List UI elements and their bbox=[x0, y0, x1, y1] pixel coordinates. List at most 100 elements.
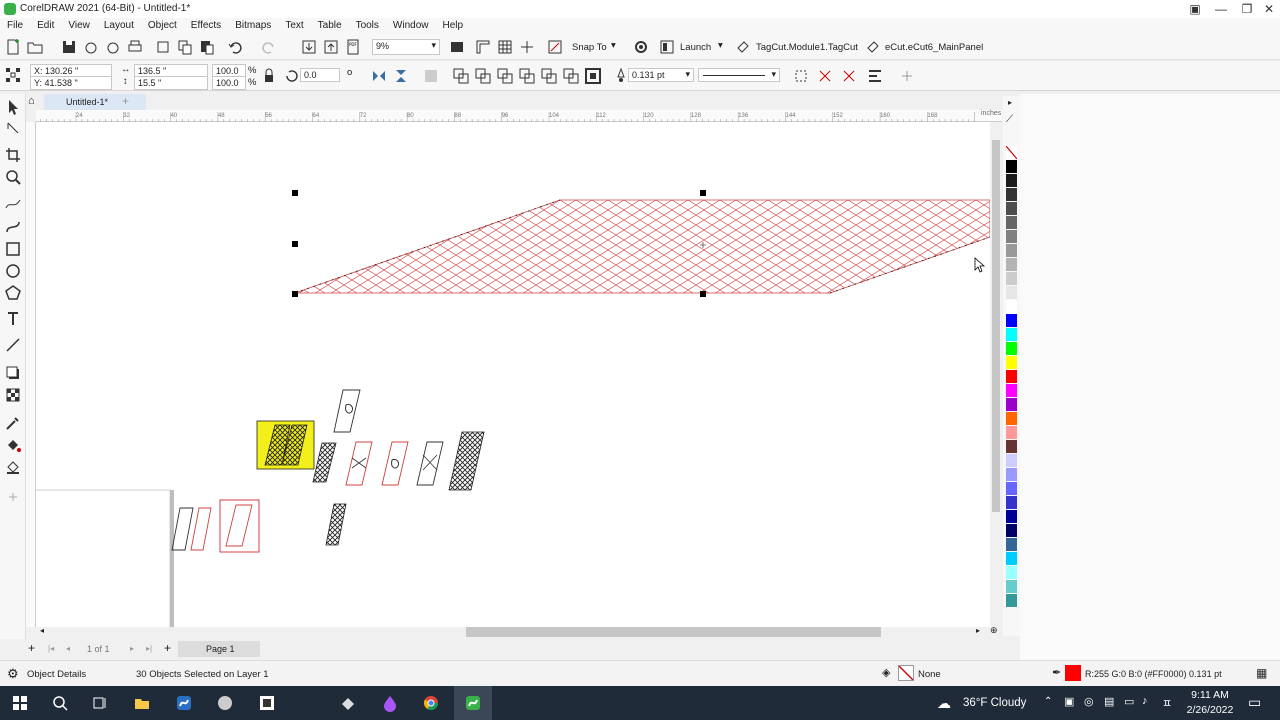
file-explorer-icon[interactable] bbox=[133, 694, 151, 712]
interactive-fill-tool-icon[interactable] bbox=[4, 436, 22, 454]
palette-swatch[interactable] bbox=[1006, 328, 1017, 341]
palette-swatch[interactable] bbox=[1006, 482, 1017, 495]
menu-layout[interactable]: Layout bbox=[97, 18, 141, 33]
weather-cloud-icon[interactable]: ☁ bbox=[937, 695, 951, 712]
palette-swatch[interactable] bbox=[1006, 272, 1017, 285]
horizontal-scroll-thumb[interactable] bbox=[466, 627, 881, 637]
palette-swatch[interactable] bbox=[1006, 160, 1017, 173]
cloud-upload-icon[interactable] bbox=[82, 38, 100, 56]
menu-window[interactable]: Window bbox=[386, 18, 436, 33]
scroll-left-icon[interactable]: ◂ bbox=[40, 626, 44, 635]
new-document-icon[interactable] bbox=[4, 38, 22, 56]
ungroup-icon[interactable] bbox=[840, 67, 858, 85]
clock-date[interactable]: 2/26/2022 bbox=[1184, 704, 1236, 716]
vertical-ruler[interactable] bbox=[26, 122, 36, 627]
show-rulers-icon[interactable] bbox=[474, 38, 492, 56]
previous-page-icon[interactable]: ◂ bbox=[66, 644, 70, 653]
palette-swatch[interactable] bbox=[1006, 384, 1017, 397]
back-minus-front-icon[interactable] bbox=[562, 67, 580, 85]
menu-effects[interactable]: Effects bbox=[184, 18, 228, 33]
expanded-metal-mesh[interactable] bbox=[294, 199, 990, 294]
palette-swatch[interactable] bbox=[1006, 524, 1017, 537]
menu-edit[interactable]: Edit bbox=[30, 18, 61, 33]
drop-shadow-tool-icon[interactable] bbox=[4, 364, 22, 382]
search-icon[interactable] bbox=[51, 694, 69, 712]
publish-pdf-icon[interactable]: PDF bbox=[344, 38, 362, 56]
copy-icon[interactable] bbox=[176, 38, 194, 56]
intersect-icon[interactable] bbox=[496, 67, 514, 85]
fill-bucket-icon[interactable]: ◈ bbox=[882, 666, 890, 679]
export-icon[interactable] bbox=[322, 38, 340, 56]
trim-icon[interactable] bbox=[474, 67, 492, 85]
transparency-tool-icon[interactable] bbox=[4, 386, 22, 404]
menu-view[interactable]: View bbox=[61, 18, 97, 33]
align-distribute-icon[interactable] bbox=[866, 67, 884, 85]
palette-swatch[interactable] bbox=[1006, 216, 1017, 229]
object-origin-icon[interactable] bbox=[4, 66, 22, 84]
polygon-tool-icon[interactable] bbox=[4, 284, 22, 302]
palette-swatch[interactable] bbox=[1006, 146, 1017, 159]
mirror-vertical-icon[interactable] bbox=[392, 67, 410, 85]
artistic-media-tool-icon[interactable] bbox=[4, 218, 22, 236]
simplify-icon[interactable] bbox=[518, 67, 536, 85]
import-icon[interactable] bbox=[300, 38, 318, 56]
palette-swatch[interactable] bbox=[1006, 300, 1017, 313]
zoom-navigator-icon[interactable]: ⊕ bbox=[990, 625, 998, 636]
home-icon[interactable]: ⌂ bbox=[28, 95, 35, 107]
cut-icon[interactable] bbox=[154, 38, 172, 56]
break-apart-icon[interactable] bbox=[792, 67, 810, 85]
palette-swatch[interactable] bbox=[1006, 412, 1017, 425]
freehand-tool-icon[interactable] bbox=[4, 194, 22, 212]
add-page-end-icon[interactable]: + bbox=[164, 641, 171, 655]
fill-none-swatch[interactable] bbox=[898, 665, 914, 681]
menu-file[interactable]: File bbox=[0, 18, 30, 33]
tagcut-plugin-icon[interactable] bbox=[734, 38, 752, 56]
cut-shapes-cluster[interactable] bbox=[171, 389, 485, 553]
palette-swatch[interactable] bbox=[1006, 580, 1017, 593]
y-position-field[interactable]: Y: 41.538 " bbox=[30, 76, 112, 90]
full-screen-preview-icon[interactable] bbox=[448, 38, 466, 56]
coreldraw-active-icon[interactable] bbox=[464, 694, 482, 712]
scale-y-field[interactable]: 100.0 bbox=[212, 76, 246, 90]
palette-swatch[interactable] bbox=[1006, 314, 1017, 327]
photo-paint-icon[interactable] bbox=[216, 694, 234, 712]
next-page-icon[interactable]: ▸ bbox=[130, 644, 134, 653]
palette-swatch[interactable] bbox=[1006, 440, 1017, 453]
mirror-horizontal-icon[interactable] bbox=[370, 67, 388, 85]
eyedropper-icon[interactable]: ⟋ bbox=[1006, 114, 1013, 125]
palette-swatch[interactable] bbox=[1006, 510, 1017, 523]
network-icon[interactable]: ▭ bbox=[1124, 695, 1134, 708]
new-tab-plus-icon[interactable]: + bbox=[122, 94, 129, 108]
snap-to-label[interactable]: Snap To bbox=[572, 42, 607, 53]
tray-icon-3[interactable]: ▤ bbox=[1104, 695, 1114, 708]
horizontal-scrollbar[interactable]: ◂ ▸ ⊕ bbox=[36, 625, 1002, 639]
launch-label[interactable]: Launch bbox=[680, 42, 711, 53]
palette-swatch[interactable] bbox=[1006, 370, 1017, 383]
minimize-button[interactable]: — bbox=[1208, 0, 1234, 18]
parallel-dimension-tool-icon[interactable] bbox=[4, 336, 22, 354]
rectangle-tool-icon[interactable] bbox=[4, 240, 22, 258]
snap-to-icon[interactable] bbox=[546, 38, 564, 56]
menu-tools[interactable]: Tools bbox=[349, 18, 386, 33]
open-folder-icon[interactable] bbox=[26, 38, 44, 56]
palette-swatch[interactable] bbox=[1006, 552, 1017, 565]
outline-width-select[interactable]: 0.131 pt ▾ bbox=[628, 68, 694, 82]
crop-tool-icon[interactable] bbox=[4, 146, 22, 164]
color-app-icon[interactable] bbox=[381, 694, 399, 712]
menu-table[interactable]: Table bbox=[311, 18, 349, 33]
save-icon[interactable] bbox=[60, 38, 78, 56]
volume-icon[interactable]: ♪ bbox=[1142, 695, 1148, 707]
add-tool-plus-icon[interactable] bbox=[898, 67, 916, 85]
launch-dropdown-icon[interactable]: ▾ bbox=[718, 40, 723, 51]
page-tab-1[interactable]: Page 1 bbox=[178, 641, 260, 657]
font-manager-icon[interactable] bbox=[339, 694, 357, 712]
line-style-select[interactable]: ▾ bbox=[698, 68, 780, 82]
add-page-icon[interactable]: + bbox=[28, 641, 35, 655]
weld-icon[interactable] bbox=[452, 67, 470, 85]
menu-help[interactable]: Help bbox=[436, 18, 471, 33]
tray-icon-1[interactable]: ▣ bbox=[1064, 695, 1074, 708]
object-details-gear-icon[interactable]: ⚙ bbox=[7, 666, 19, 682]
palette-swatch[interactable] bbox=[1006, 258, 1017, 271]
cloud-share-icon[interactable] bbox=[104, 38, 122, 56]
language-icon[interactable]: ㅍ bbox=[1162, 695, 1172, 711]
